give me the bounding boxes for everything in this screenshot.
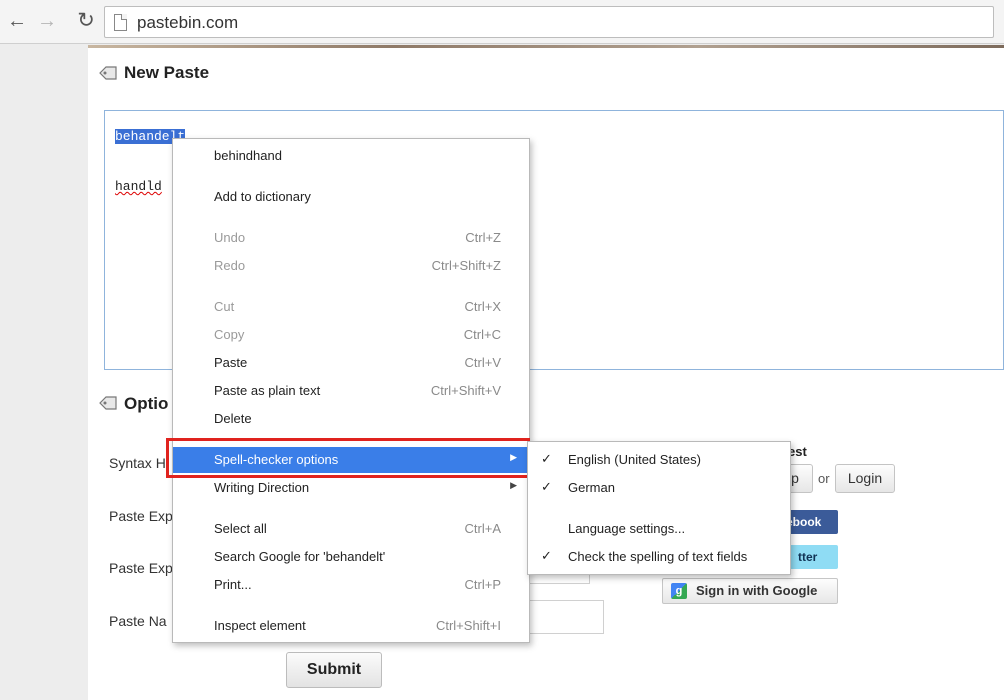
submenu-item-check-spelling[interactable]: ✓ Check the spelling of text fields bbox=[528, 544, 790, 570]
login-button[interactable]: Login bbox=[835, 464, 895, 493]
header-strip bbox=[88, 45, 1004, 48]
menu-item-add-to-dictionary[interactable]: Add to dictionary bbox=[173, 184, 529, 210]
address-bar[interactable]: pastebin.com bbox=[104, 6, 994, 38]
context-menu: behindhand Add to dictionary Undo Ctrl+Z… bbox=[172, 138, 530, 643]
browser-toolbar: ← → ↻ pastebin.com bbox=[0, 0, 1004, 44]
new-paste-heading: New Paste bbox=[124, 63, 210, 82]
google-icon: g bbox=[671, 583, 687, 599]
submenu-item-english[interactable]: ✓ English (United States) bbox=[528, 447, 790, 473]
menu-item-search-google[interactable]: Search Google for 'behandelt' bbox=[173, 544, 529, 570]
menu-item-delete[interactable]: Delete bbox=[173, 406, 529, 432]
submenu-item-german[interactable]: ✓ German bbox=[528, 475, 790, 501]
arrow-right-icon[interactable]: → bbox=[34, 8, 60, 34]
misspelled-word: handld bbox=[115, 179, 162, 194]
syntax-label: Syntax H bbox=[109, 455, 166, 471]
page-icon bbox=[114, 14, 127, 31]
submenu-arrow-icon: ▶ bbox=[510, 480, 517, 490]
arrow-left-icon[interactable]: ← bbox=[4, 8, 30, 34]
google-signin-label: Sign in with Google bbox=[696, 583, 818, 598]
menu-item-undo[interactable]: Undo Ctrl+Z bbox=[173, 225, 529, 251]
paste-name-field[interactable] bbox=[528, 600, 604, 634]
url-text: pastebin.com bbox=[137, 13, 239, 32]
paste-expiration-label: Paste Exp bbox=[109, 508, 173, 524]
spell-checker-submenu: ✓ English (United States) ✓ German Langu… bbox=[527, 441, 791, 575]
annotation-highlight-box bbox=[166, 438, 530, 478]
menu-item-inspect-element[interactable]: Inspect element Ctrl+Shift+I bbox=[173, 613, 529, 639]
submit-button[interactable]: Submit bbox=[286, 652, 382, 688]
menu-item-cut[interactable]: Cut Ctrl+X bbox=[173, 294, 529, 320]
menu-item-suggestion[interactable]: behindhand bbox=[173, 143, 529, 169]
menu-item-print[interactable]: Print... Ctrl+P bbox=[173, 572, 529, 598]
menu-item-copy[interactable]: Copy Ctrl+C bbox=[173, 322, 529, 348]
menu-item-paste-plain-text[interactable]: Paste as plain text Ctrl+Shift+V bbox=[173, 378, 529, 404]
paste-exposure-label: Paste Exp bbox=[109, 560, 173, 576]
submenu-item-language-settings[interactable]: Language settings... bbox=[528, 516, 790, 542]
menu-item-writing-direction[interactable]: Writing Direction ▶ bbox=[173, 475, 529, 501]
google-signin-button[interactable]: g Sign in with Google bbox=[662, 578, 838, 604]
check-icon: ✓ bbox=[541, 479, 552, 494]
options-heading: Optio bbox=[124, 394, 169, 413]
reload-icon[interactable]: ↻ bbox=[73, 8, 99, 34]
tag-icon bbox=[99, 66, 117, 80]
tag-icon bbox=[99, 396, 117, 410]
paste-name-label: Paste Na bbox=[109, 613, 167, 629]
check-icon: ✓ bbox=[541, 451, 552, 466]
check-icon: ✓ bbox=[541, 548, 552, 563]
menu-item-paste[interactable]: Paste Ctrl+V bbox=[173, 350, 529, 376]
or-label: or bbox=[818, 471, 830, 486]
menu-item-select-all[interactable]: Select all Ctrl+A bbox=[173, 516, 529, 542]
menu-item-redo[interactable]: Redo Ctrl+Shift+Z bbox=[173, 253, 529, 279]
